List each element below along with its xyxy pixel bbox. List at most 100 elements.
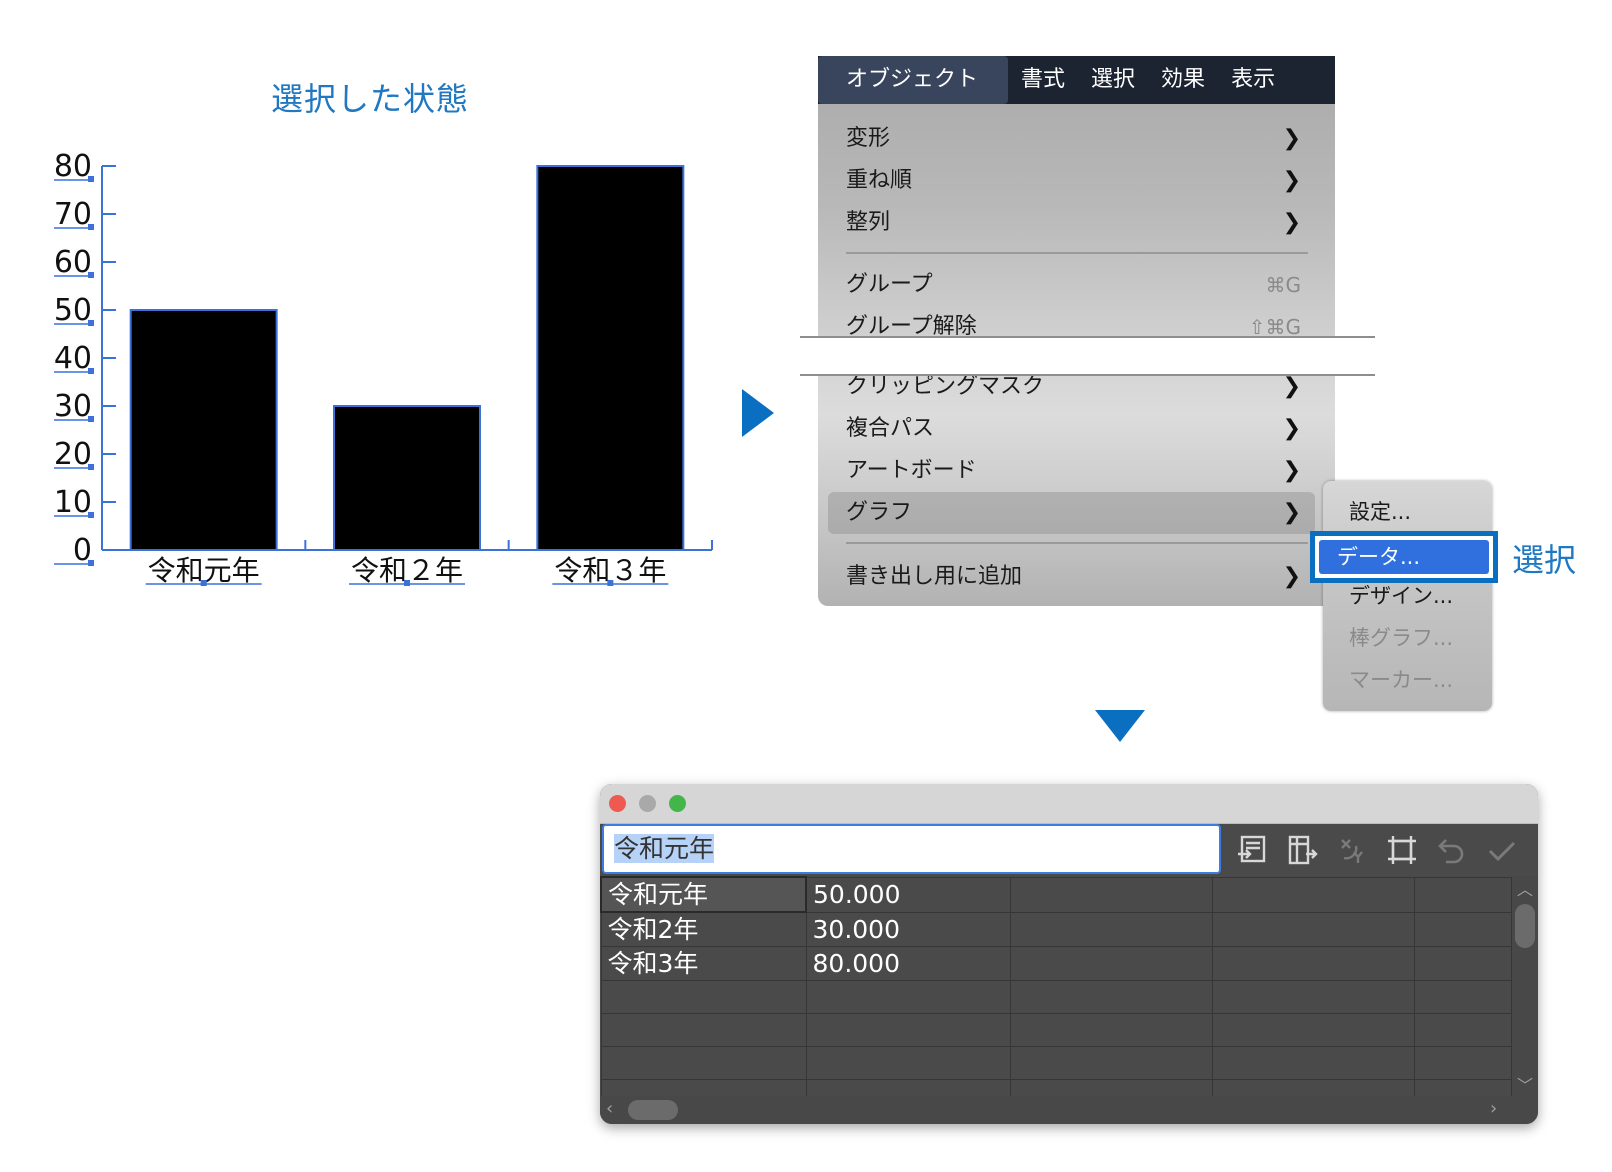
table-cell[interactable] (805, 1013, 1012, 1047)
switch-xy-icon (1334, 832, 1370, 868)
table-cell[interactable] (1010, 1013, 1213, 1047)
close-button[interactable] (609, 795, 626, 812)
chevron-right-icon: ❯ (1282, 500, 1301, 525)
horizontal-scroll-thumb[interactable] (628, 1100, 678, 1120)
table-cell[interactable] (1010, 946, 1213, 981)
import-data-icon[interactable] (1234, 832, 1270, 868)
table-cell[interactable] (1010, 876, 1213, 913)
table-cell[interactable] (1413, 946, 1512, 981)
y-tick-label: 40 (54, 341, 92, 376)
bar (129, 309, 278, 551)
menu-bar: オブジェクト 書式 選択 効果 表示 (818, 56, 1335, 104)
zoom-button[interactable] (669, 795, 686, 812)
cell-value-input[interactable]: 令和元年 (602, 824, 1221, 874)
table-cell[interactable] (1010, 980, 1213, 1014)
menubar-item-format[interactable]: 書式 (1008, 56, 1078, 104)
table-cell[interactable] (1211, 1013, 1415, 1047)
menu-item-align[interactable]: 整列 ❯ (828, 202, 1315, 244)
menu-item-label: 書き出し用に追加 (846, 564, 1023, 589)
menu-item-graph[interactable]: グラフ ❯ (828, 492, 1315, 534)
table-cell[interactable] (1211, 1046, 1415, 1080)
menubar-item-select[interactable]: 選択 (1078, 56, 1148, 104)
menu-item-label: 複合パス (846, 416, 935, 441)
submenu-item-data[interactable]: データ... (1319, 540, 1489, 574)
table-cell[interactable] (600, 1079, 807, 1096)
menu-item-label: アートボード (846, 458, 977, 483)
table-cell[interactable] (805, 1046, 1012, 1080)
cell-style-icon[interactable] (1384, 832, 1420, 868)
table-cell[interactable] (1211, 980, 1415, 1014)
table-cell[interactable] (1413, 1079, 1512, 1096)
chevron-up-icon[interactable]: ︿ (1517, 876, 1533, 900)
table-cell[interactable]: 令和2年 (600, 911, 807, 947)
table-cell[interactable] (600, 980, 807, 1014)
table-row (600, 980, 1512, 1014)
bar-chart[interactable]: 01020304050607080令和元年 令和２年 令和３年 (0, 0, 760, 620)
table-cell[interactable] (1211, 911, 1415, 947)
graph-submenu: 設定... デザイン... 棒グラフ... マーカー... (1323, 481, 1492, 711)
table-cell[interactable] (1413, 876, 1512, 913)
chevron-right-icon[interactable]: › (1490, 1098, 1497, 1119)
submenu-item-column: 棒グラフ... (1349, 626, 1454, 650)
table-cell[interactable] (1211, 946, 1415, 981)
apply-icon (1484, 832, 1520, 868)
horizontal-scrollbar[interactable]: ‹ › (600, 1096, 1538, 1124)
menu-item-label: グラフ (846, 500, 913, 525)
menu-item-label: 整列 (846, 210, 891, 235)
table-cell[interactable]: 令和元年 (600, 876, 808, 913)
chevron-down-icon[interactable]: ﹀ (1517, 1072, 1533, 1096)
chevron-right-icon: ❯ (1282, 210, 1301, 235)
selection-handle (88, 512, 94, 518)
table-cell[interactable] (600, 1013, 807, 1047)
vertical-scrollbar[interactable]: ︿ ﹀ (1512, 876, 1538, 1096)
table-cell[interactable] (1010, 911, 1213, 947)
menu-item-add-to-export[interactable]: 書き出し用に追加 ❯ (828, 556, 1315, 598)
menu-item-artboard[interactable]: アートボード ❯ (828, 450, 1315, 492)
table-cell[interactable] (1211, 876, 1415, 913)
menu-item-arrange[interactable]: 重ね順 ❯ (828, 160, 1315, 202)
selection-handle (607, 580, 614, 586)
table-cell[interactable] (600, 1046, 807, 1080)
menubar-item-object[interactable]: オブジェクト (818, 56, 1009, 104)
cell-value-text: 令和元年 (614, 834, 715, 863)
chevron-right-icon: ❯ (1282, 126, 1301, 151)
arrow-right-icon (742, 389, 774, 437)
table-cell[interactable] (1211, 1079, 1415, 1096)
menu-item-compound-path[interactable]: 複合パス ❯ (828, 408, 1315, 450)
transpose-icon[interactable] (1284, 832, 1320, 868)
y-tick-label: 10 (54, 485, 92, 520)
menu-item-transform[interactable]: 変形 ❯ (828, 118, 1315, 160)
table-cell[interactable] (1010, 1079, 1213, 1096)
menubar-item-view[interactable]: 表示 (1218, 56, 1288, 104)
selection-handle (88, 272, 94, 278)
submenu-item-settings[interactable]: 設定... (1349, 493, 1411, 531)
chevron-left-icon[interactable]: ‹ (606, 1098, 613, 1119)
table-cell[interactable] (1413, 1046, 1512, 1080)
chevron-right-icon: ❯ (1282, 416, 1301, 441)
vertical-scroll-thumb[interactable] (1515, 904, 1535, 948)
table-cell[interactable] (805, 980, 1012, 1014)
table-cell[interactable] (1413, 911, 1512, 947)
data-table: 令和元年 50.000 令和2年 30.000 令和3年 80.000 (600, 876, 1512, 1096)
table-cell[interactable]: 80.000 (805, 946, 1012, 981)
table-cell[interactable]: 30.000 (805, 911, 1012, 947)
minimize-button[interactable] (639, 795, 656, 812)
menu-item-group[interactable]: グループ ⌘G (828, 264, 1315, 306)
table-cell[interactable] (1010, 1046, 1213, 1080)
selection-handle (88, 560, 94, 566)
menubar-item-effect[interactable]: 効果 (1148, 56, 1218, 104)
y-tick-label: 30 (54, 389, 92, 424)
window-titlebar[interactable] (600, 784, 1538, 824)
menu-shortcut: ⌘G (1265, 273, 1302, 297)
table-cell[interactable] (1413, 980, 1512, 1014)
table-cell[interactable] (1413, 1013, 1512, 1047)
y-tick-label: 60 (54, 245, 92, 280)
data-grid[interactable]: 令和元年 50.000 令和2年 30.000 令和3年 80.000 (600, 876, 1512, 1096)
table-cell[interactable] (805, 1079, 1012, 1096)
table-cell[interactable]: 50.000 (805, 876, 1012, 913)
table-cell[interactable]: 令和3年 (600, 946, 807, 981)
omission-band (800, 336, 1375, 376)
chevron-right-icon: ❯ (1282, 564, 1301, 589)
selection-handle (88, 368, 94, 374)
table-row (600, 1046, 1512, 1080)
